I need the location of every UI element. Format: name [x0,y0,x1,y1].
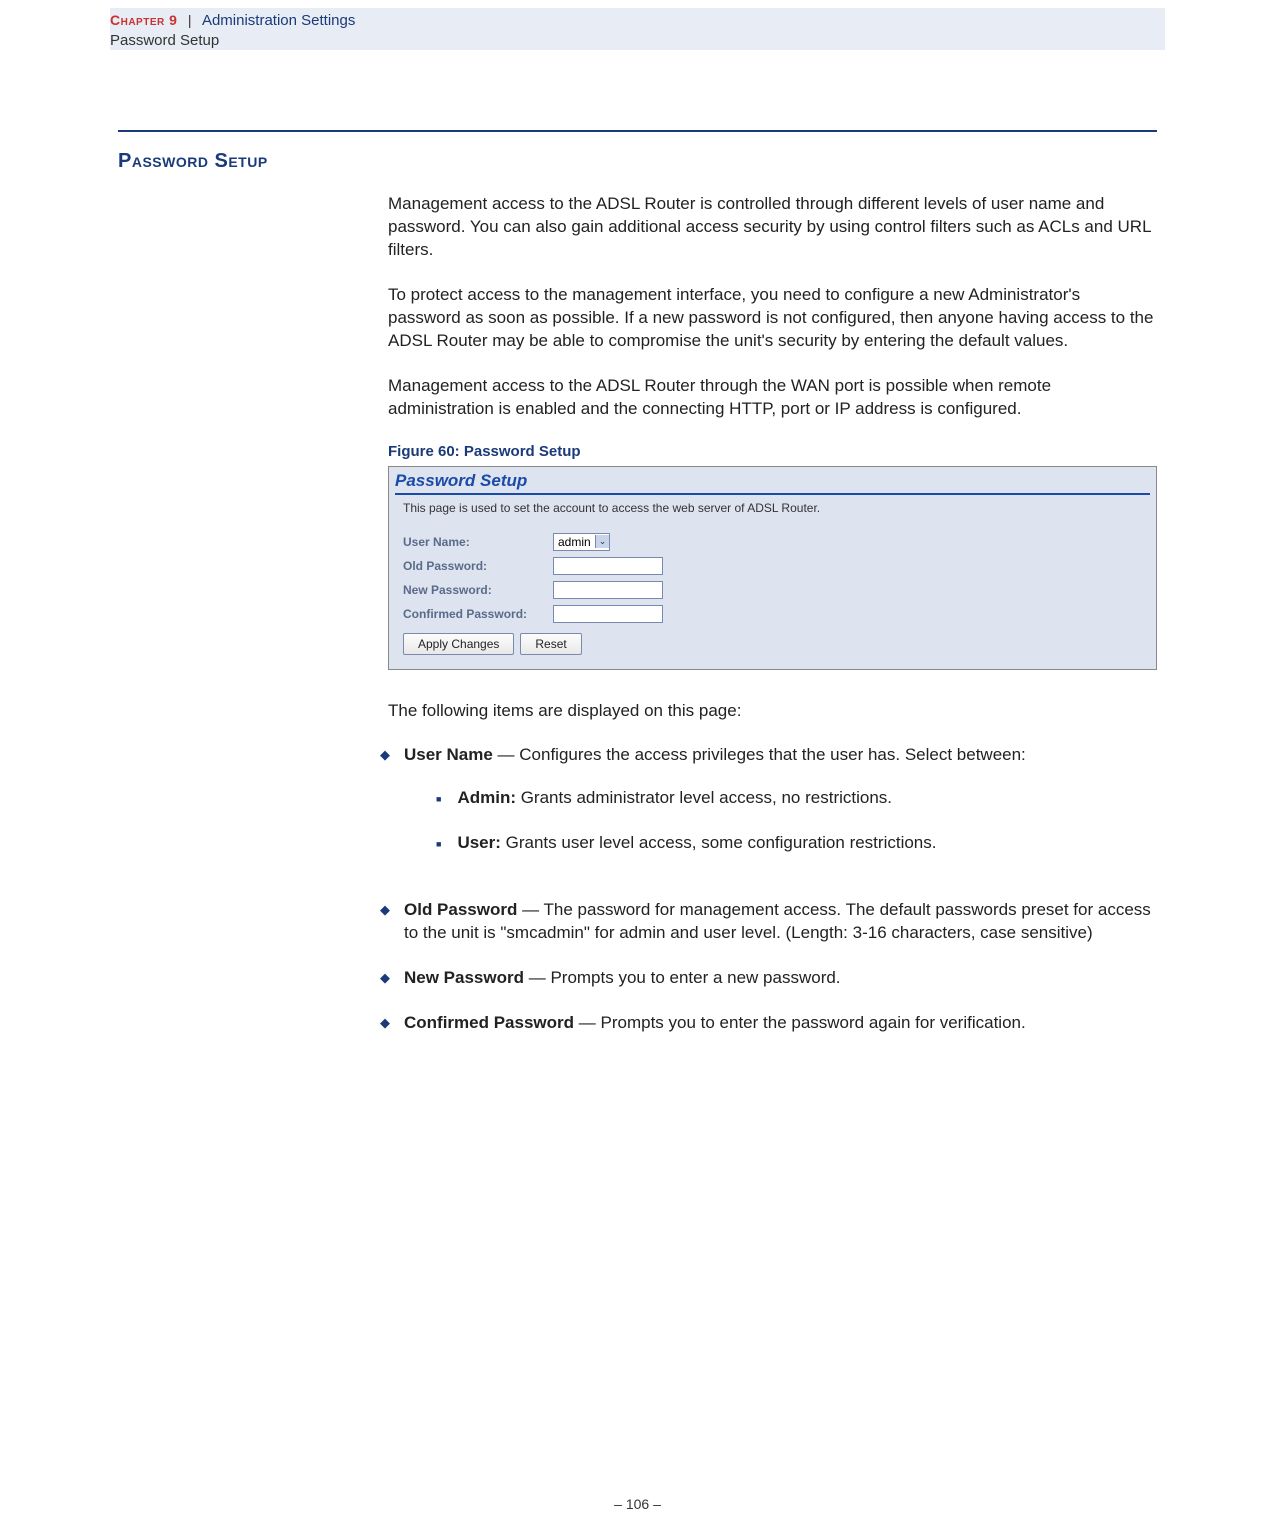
square-bullet-icon: ■ [436,838,441,855]
page-number: – 106 – [614,1496,661,1512]
figure-screenshot: Password Setup This page is used to set … [388,466,1157,670]
figure-form: User Name: admin ⌄ Old Password: New Pas… [389,533,1156,669]
figure-description: This page is used to set the account to … [389,501,1156,533]
list-subitem-user: ■ User: Grants user level access, some c… [436,832,1026,855]
page-header: Chapter 9 | Administration Settings Pass… [110,8,1165,50]
list-item-confirmed-password: ◆ Confirmed Password — Prompts you to en… [380,1012,1157,1035]
new-password-label: New Password: [403,583,553,597]
list-item-username: ◆ User Name — Configures the access priv… [380,744,1157,877]
chevron-down-icon: ⌄ [595,535,610,548]
page-footer: – 106 – [0,1496,1275,1512]
confirmed-password-input[interactable] [553,605,663,623]
paragraph-2: To protect access to the management inte… [388,284,1157,353]
confirmed-password-item-label: Confirmed Password [404,1013,574,1032]
figure-title: Password Setup [395,471,527,490]
new-password-item-text: — Prompts you to enter a new password. [524,968,841,987]
square-bullet-icon: ■ [436,793,441,810]
old-password-label: Old Password: [403,559,553,573]
diamond-bullet-icon: ◆ [380,747,390,877]
chapter-title: Administration Settings [202,12,355,29]
list-item-old-password: ◆ Old Password — The password for manage… [380,899,1157,945]
paragraph-1: Management access to the ADSL Router is … [388,193,1157,262]
admin-label: Admin: [457,788,516,807]
main-content: Password Setup Management access to the … [118,130,1157,1057]
admin-text: Grants administrator level access, no re… [516,788,892,807]
username-label: User Name: [403,535,553,549]
confirmed-password-item-text: — Prompts you to enter the password agai… [574,1013,1026,1032]
chapter-label: Chapter 9 [110,12,177,28]
new-password-input[interactable] [553,581,663,599]
chapter-separator: | [188,12,192,28]
list-item-new-password: ◆ New Password — Prompts you to enter a … [380,967,1157,990]
username-select[interactable]: admin ⌄ [553,533,610,551]
confirmed-password-label: Confirmed Password: [403,607,553,621]
user-text: Grants user level access, some configura… [501,833,937,852]
old-password-input[interactable] [553,557,663,575]
diamond-bullet-icon: ◆ [380,1015,390,1035]
diamond-bullet-icon: ◆ [380,902,390,945]
paragraph-3: Management access to the ADSL Router thr… [388,375,1157,421]
section-rule [118,130,1157,132]
reset-button[interactable]: Reset [520,633,581,655]
user-label: User: [457,833,500,852]
old-password-item-text: — The password for management access. Th… [404,900,1151,942]
item-list: ◆ User Name — Configures the access priv… [380,744,1157,1035]
section-title: Password Setup [118,150,1157,173]
new-password-item-label: New Password [404,968,524,987]
apply-changes-button[interactable]: Apply Changes [403,633,514,655]
username-item-label: User Name [404,745,493,764]
username-select-value: admin [554,535,595,549]
username-item-text: — Configures the access privileges that … [493,745,1026,764]
diamond-bullet-icon: ◆ [380,970,390,990]
items-intro: The following items are displayed on thi… [388,700,1157,723]
list-subitem-admin: ■ Admin: Grants administrator level acce… [436,787,1026,810]
figure-caption: Figure 60: Password Setup [388,443,1157,460]
header-subtitle: Password Setup [110,32,355,49]
old-password-item-label: Old Password [404,900,517,919]
